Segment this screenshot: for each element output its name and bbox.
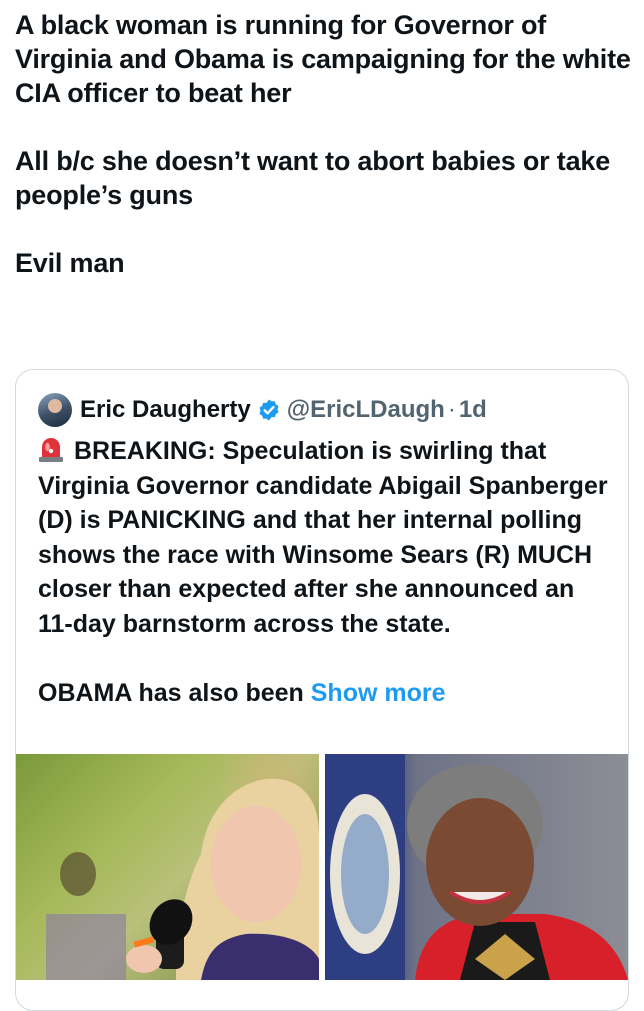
siren-icon xyxy=(38,435,64,463)
author-name[interactable]: Eric Daugherty xyxy=(80,396,251,424)
media-grid xyxy=(16,754,628,980)
tweet-paragraph: All b/c she doesn’t want to abort babies… xyxy=(15,146,611,210)
quote-paragraph: BREAKING: Speculation is swirling that V… xyxy=(38,434,613,641)
quoted-tweet-header: Eric Daugherty @EricLDaugh · 1d xyxy=(38,392,487,428)
quoted-tweet-body: BREAKING: Speculation is swirling that V… xyxy=(38,434,613,710)
verified-badge-icon xyxy=(257,398,281,422)
author-avatar[interactable] xyxy=(38,393,72,427)
photo-spanberger[interactable] xyxy=(16,754,319,980)
author-handle[interactable]: @EricLDaugh xyxy=(287,396,445,424)
tweet-text: A black woman is running for Governor of… xyxy=(15,8,635,280)
show-more-link[interactable]: Show more xyxy=(311,679,446,707)
quote-paragraph: OBAMA has also been Show more xyxy=(38,676,613,711)
quote-truncated-text: OBAMA has also been xyxy=(38,678,311,707)
tweet-paragraph: Evil man xyxy=(15,248,125,278)
quote-text: BREAKING: Speculation is swirling that V… xyxy=(38,437,608,638)
separator-dot: · xyxy=(447,396,456,423)
tweet-paragraph: A black woman is running for Governor of… xyxy=(15,10,631,108)
quoted-tweet-card[interactable]: Eric Daugherty @EricLDaugh · 1d BREAKING… xyxy=(15,369,629,1011)
photo-sears[interactable] xyxy=(325,754,628,980)
post-age[interactable]: 1d xyxy=(459,396,487,424)
